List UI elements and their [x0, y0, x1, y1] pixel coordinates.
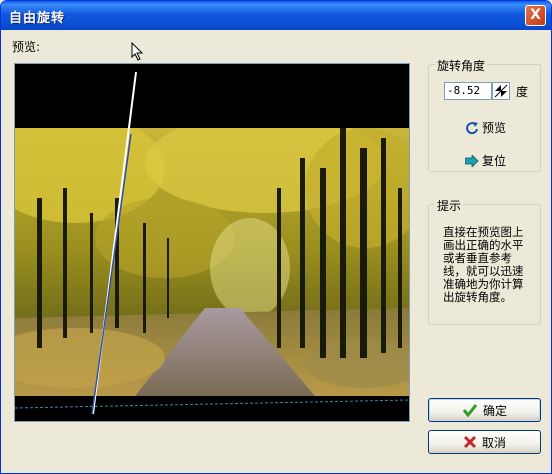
cancel-button-label: 取消 — [481, 435, 506, 450]
rotate-dialog: 自由旋转 X 预览: 旋转角度 -8.52 度 预览 复位 提示 直接在预览图上… — [0, 0, 552, 474]
ok-button-label: 确定 — [482, 403, 507, 418]
hint-group: 提示 直接在预览图上画出正确的水平或者垂直参考线，就可以迅速准确地为你计算出旋转… — [428, 197, 541, 325]
close-button[interactable]: X — [525, 5, 546, 26]
hint-title: 提示 — [435, 197, 464, 214]
x-mark-icon — [463, 435, 477, 449]
angle-spin-button[interactable] — [492, 82, 510, 100]
rotation-angle-title: 旋转角度 — [435, 57, 488, 74]
reference-line-overlay[interactable] — [15, 64, 410, 422]
checkmark-icon — [462, 404, 478, 417]
hint-text: 直接在预览图上画出正确的水平或者垂直参考线，就可以迅速准确地为你计算出旋转角度。 — [443, 225, 524, 304]
reset-button[interactable]: 复位 — [465, 152, 506, 169]
angle-input[interactable]: -8.52 — [444, 82, 492, 100]
preview-label: 预览: — [12, 40, 41, 54]
close-icon: X — [530, 7, 541, 23]
mouse-pointer-icon — [131, 42, 143, 61]
rotate-arrow-icon — [466, 121, 478, 134]
cancel-button[interactable]: 取消 — [428, 430, 541, 454]
reset-button-label: 复位 — [482, 154, 507, 168]
spin-arrows-icon — [494, 84, 508, 98]
preview-canvas[interactable] — [14, 63, 410, 422]
right-arrow-icon — [465, 154, 479, 167]
ok-button[interactable]: 确定 — [428, 398, 541, 422]
window-title: 自由旋转 — [9, 11, 66, 26]
degree-unit-label: 度 — [516, 85, 529, 99]
title-bar[interactable]: 自由旋转 X — [1, 1, 551, 30]
preview-button[interactable]: 预览 — [465, 119, 506, 136]
rotation-angle-group: 旋转角度 -8.52 度 预览 复位 — [428, 57, 541, 172]
dialog-body: 预览: 旋转角度 -8.52 度 预览 复位 提示 直接在预览图上画出正确的水平… — [4, 30, 548, 472]
preview-button-label: 预览 — [482, 121, 507, 135]
